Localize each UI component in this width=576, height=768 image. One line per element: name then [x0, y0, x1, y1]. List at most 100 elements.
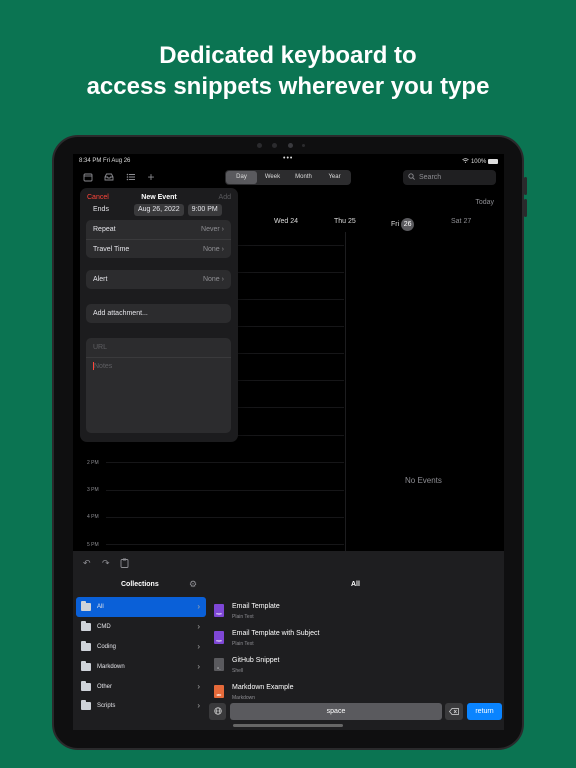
redo-icon[interactable]: ↷ — [102, 558, 110, 569]
collection-label: Scripts — [97, 703, 116, 709]
chevron-right-icon: › — [221, 276, 224, 283]
folder-icon — [81, 700, 91, 710]
ends-row[interactable]: Ends Aug 26, 2022 9:00 PM — [86, 203, 231, 217]
tab-month[interactable]: Month — [288, 171, 319, 184]
camera-dot — [288, 143, 293, 148]
snippet-item[interactable]: TXT Email Template with Subject Plain Te… — [212, 628, 502, 654]
folder-icon — [81, 621, 91, 631]
collection-item-coding[interactable]: Coding › — [76, 637, 206, 657]
grid-line — [106, 490, 344, 491]
chevron-right-icon: › — [197, 682, 200, 691]
alert-label: Alert — [93, 276, 108, 283]
sensor-dot — [272, 143, 277, 148]
url-notes-group: URL Notes — [86, 338, 231, 433]
time-label-5pm: 5 PM — [87, 542, 99, 548]
snippets-list-title: All — [351, 581, 360, 588]
settings-gear-icon[interactable]: ⚙ — [189, 579, 197, 590]
search-input[interactable]: Search — [403, 170, 496, 185]
folder-icon — [81, 681, 91, 691]
alert-group: Alert None › — [86, 270, 231, 289]
snippet-name: GitHub Snippet — [232, 657, 280, 664]
snippet-item[interactable]: >_ GitHub Snippet Shell — [212, 655, 502, 681]
chevron-right-icon: › — [197, 622, 200, 631]
collection-label: Markdown — [97, 664, 125, 670]
day-header-sat[interactable]: Sat 27 — [451, 218, 471, 225]
collection-label: Coding — [97, 644, 117, 650]
time-label-2pm: 2 PM — [87, 460, 99, 466]
add-event-icon[interactable]: + — [146, 171, 156, 183]
backspace-icon — [449, 707, 459, 715]
chevron-right-icon: › — [197, 602, 200, 611]
travel-time-value: None › — [202, 246, 224, 253]
snippet-type: Shell — [232, 668, 244, 674]
time-label-4pm: 4 PM — [87, 514, 99, 520]
view-switcher: Day Week Month Year — [225, 170, 351, 185]
status-bar: 8:34 PM Fri Aug 26 ••• 100% — [73, 154, 504, 168]
undo-icon[interactable]: ↶ — [83, 558, 91, 569]
sensor-dot — [302, 144, 305, 147]
url-field[interactable]: URL — [86, 338, 231, 357]
search-icon — [408, 170, 415, 185]
volume-button — [524, 199, 527, 217]
snippet-name: Email Template with Subject — [232, 630, 320, 637]
snippet-type: Plain Text — [232, 614, 254, 620]
globe-key[interactable] — [209, 703, 226, 720]
markdown-file-icon: MD — [214, 685, 224, 698]
tab-year[interactable]: Year — [319, 171, 350, 184]
add-attachment-row[interactable]: Add attachment... — [86, 304, 231, 323]
chevron-right-icon: › — [197, 642, 200, 651]
calendars-icon[interactable] — [83, 172, 93, 182]
notes-placeholder: Notes — [94, 363, 113, 370]
home-indicator[interactable] — [233, 724, 343, 727]
collection-item-all[interactable]: All › — [76, 597, 206, 617]
collection-item-other[interactable]: Other › — [76, 677, 206, 697]
collection-item-scripts[interactable]: Scripts › — [76, 697, 206, 715]
folder-icon — [81, 601, 91, 611]
volume-button — [524, 177, 527, 195]
chevron-right-icon: › — [197, 662, 200, 671]
wifi-icon — [462, 158, 471, 165]
headline: Dedicated keyboard to access snippets wh… — [0, 40, 576, 102]
shell-file-icon: >_ — [214, 658, 224, 671]
day-header-wed[interactable]: Wed 24 — [274, 218, 298, 225]
popover-title: New Event — [141, 194, 177, 201]
list-icon[interactable] — [126, 172, 136, 182]
selected-day-number: 26 — [401, 218, 415, 231]
paste-icon[interactable] — [120, 558, 129, 570]
snippet-item[interactable]: TXT Email Template Plain Text — [212, 601, 502, 627]
repeat-row[interactable]: Repeat Never › — [86, 220, 231, 239]
multitask-dots[interactable]: ••• — [283, 155, 293, 162]
inbox-icon[interactable] — [104, 172, 114, 182]
notes-field[interactable]: Notes — [86, 357, 231, 431]
grid-line — [106, 517, 344, 518]
day-header-fri[interactable]: Fri 26 — [391, 218, 415, 231]
repeat-label: Repeat — [93, 226, 116, 233]
snippet-type: Markdown — [232, 695, 256, 701]
add-button[interactable]: Add — [219, 194, 231, 201]
ends-time[interactable]: 9:00 PM — [187, 204, 222, 216]
repeat-travel-group: Repeat Never › Travel Time None › — [86, 220, 231, 258]
day-header-thu[interactable]: Thu 25 — [334, 218, 356, 225]
grid-line — [106, 544, 344, 545]
collection-item-markdown[interactable]: Markdown › — [76, 657, 206, 677]
chevron-right-icon: › — [221, 246, 224, 253]
grid-line — [106, 462, 344, 463]
search-placeholder: Search — [419, 174, 442, 181]
chevron-right-icon: › — [221, 226, 224, 233]
return-key[interactable]: return — [467, 703, 502, 720]
collection-item-cmd[interactable]: CMD › — [76, 617, 206, 637]
time-label-3pm: 3 PM — [87, 487, 99, 493]
tab-day[interactable]: Day — [226, 171, 257, 184]
tab-week[interactable]: Week — [257, 171, 288, 184]
travel-time-row[interactable]: Travel Time None › — [86, 239, 231, 258]
sensor-dot — [257, 143, 262, 148]
space-key[interactable]: space — [230, 703, 442, 720]
battery-icon — [488, 158, 498, 164]
new-event-popover: Cancel New Event Add Ends Aug 26, 2022 9:… — [80, 188, 238, 442]
collections-title: Collections — [121, 581, 159, 588]
delete-key[interactable] — [445, 703, 463, 720]
ipad-screen: 8:34 PM Fri Aug 26 ••• 100% + Day Week M… — [73, 154, 504, 730]
today-button[interactable]: Today — [475, 199, 494, 206]
ends-date[interactable]: Aug 26, 2022 — [134, 204, 184, 216]
alert-row[interactable]: Alert None › — [86, 270, 231, 289]
